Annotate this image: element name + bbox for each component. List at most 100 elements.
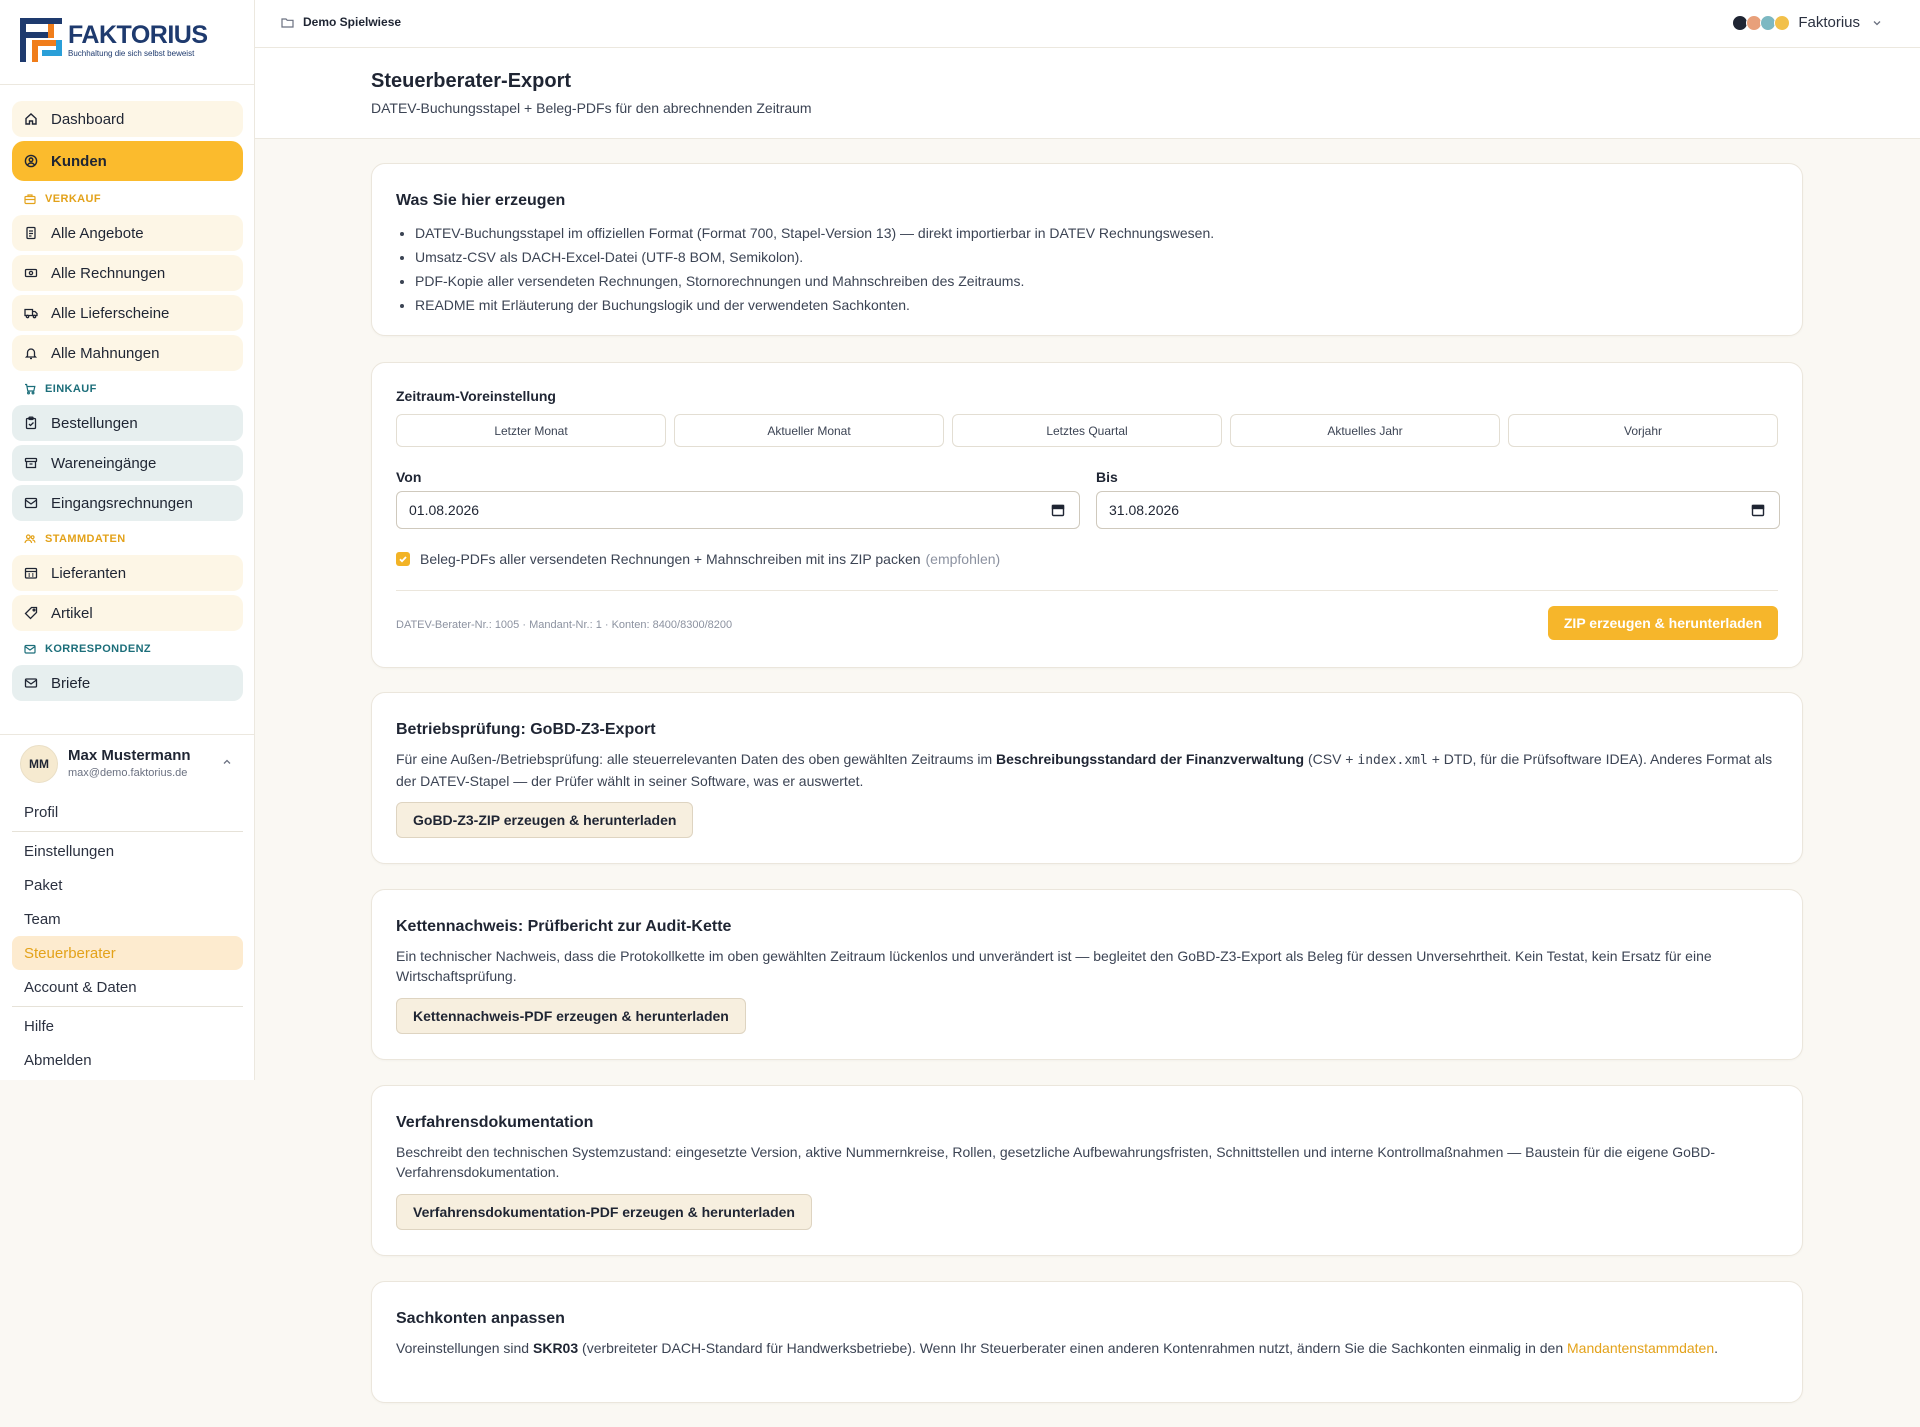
banknote-icon xyxy=(24,266,38,280)
sidebar-divider xyxy=(0,84,254,85)
sidebar-item-alle-angebote[interactable]: Alle Angebote xyxy=(12,215,243,251)
gobd-card-text: Für eine Außen-/Betriebsprüfung: alle st… xyxy=(396,751,1773,789)
sidebar-item-label: Lieferanten xyxy=(51,564,127,582)
sidebar-item-alle-rechnungen[interactable]: Alle Rechnungen xyxy=(12,255,243,291)
include-pdfs-checkbox[interactable] xyxy=(396,552,410,566)
preset-letztes-quartal[interactable]: Letztes Quartal xyxy=(952,414,1222,447)
sidebar-item-artikel[interactable]: Artikel xyxy=(12,595,243,631)
sidebar-item-label: Kunden xyxy=(51,152,107,170)
tag-icon xyxy=(24,606,38,620)
procedure-card-text: Beschreibt den technischen Systemzustand… xyxy=(396,1144,1716,1180)
procedure-card: Verfahrensdokumentation Beschreibt den t… xyxy=(371,1085,1803,1256)
info-bullet-list: DATEV-Buchungsstapel im offiziellen Form… xyxy=(396,221,1214,317)
user-name: Max Mustermann xyxy=(68,747,191,764)
mandantenstammdaten-link[interactable]: Mandantenstammdaten xyxy=(1567,1340,1714,1356)
topbar: Demo Spielwiese Faktorius xyxy=(255,0,1920,48)
document-icon xyxy=(24,226,38,240)
gobd-download-button[interactable]: GoBD-Z3-ZIP erzeugen & herunterladen xyxy=(396,802,694,838)
chevron-up-icon[interactable] xyxy=(222,757,232,767)
menu-item-steuerberater[interactable]: Steuerberater xyxy=(12,936,243,970)
calendar-icon xyxy=(1751,504,1765,517)
include-pdfs-option[interactable]: Beleg-PDFs aller versendeten Rechnungen … xyxy=(396,551,1000,567)
sidebar-item-dashboard[interactable]: Dashboard xyxy=(12,101,243,137)
sidebar-item-wareneingaenge[interactable]: Wareneingänge xyxy=(12,445,243,481)
from-label: Von xyxy=(396,469,422,485)
menu-item-account-daten[interactable]: Account & Daten xyxy=(12,970,243,1004)
sidebar-item-alle-lieferscheine[interactable]: Alle Lieferscheine xyxy=(12,295,243,331)
list-item: Umsatz-CSV als DACH-Excel-Datei (UTF-8 B… xyxy=(415,245,1214,269)
export-card: Zeitraum-Voreinstellung Letzter Monat Ak… xyxy=(371,362,1803,668)
chain-card-title: Kettennachweis: Prüfbericht zur Audit-Ke… xyxy=(396,918,732,935)
faktorius-logo-icon xyxy=(20,18,62,62)
menu-divider xyxy=(12,831,243,832)
sidebar-item-label: Alle Lieferscheine xyxy=(51,304,170,322)
tenant-switcher[interactable]: Faktorius xyxy=(1732,14,1882,31)
preset-vorjahr[interactable]: Vorjahr xyxy=(1508,414,1778,447)
accounts-card-title: Sachkonten anpassen xyxy=(396,1310,565,1327)
sidebar-item-eingangsrechnungen[interactable]: Eingangsrechnungen xyxy=(12,485,243,521)
menu-item-paket[interactable]: Paket xyxy=(12,868,243,902)
checkmark-icon xyxy=(399,556,407,563)
sidebar-item-label: Wareneingänge xyxy=(51,454,157,472)
sidebar-item-kunden[interactable]: Kunden xyxy=(12,141,243,181)
zip-download-button[interactable]: ZIP erzeugen & herunterladen xyxy=(1547,606,1778,640)
gobd-card: Betriebsprüfung: GoBD-Z3-Export Für eine… xyxy=(371,692,1803,864)
sidebar-item-briefe[interactable]: Briefe xyxy=(12,665,243,701)
calendar-icon xyxy=(1051,504,1065,517)
sidebar-item-label: Artikel xyxy=(51,604,93,622)
page-header: Steuerberater-Export DATEV-Buchungsstape… xyxy=(255,48,1920,139)
procedure-download-button[interactable]: Verfahrensdokumentation-PDF erzeugen & h… xyxy=(396,1194,812,1230)
preset-buttons: Letzter Monat Aktueller Monat Letztes Qu… xyxy=(396,414,1778,447)
list-item: README mit Erläuterung der Buchungslogik… xyxy=(415,293,1214,317)
checkbox-hint: (empfohlen) xyxy=(925,551,1001,567)
sidebar-item-label: Alle Mahnungen xyxy=(51,344,160,362)
preset-aktuelles-jahr[interactable]: Aktuelles Jahr xyxy=(1230,414,1500,447)
section-verkauf: VERKAUF xyxy=(12,187,243,211)
preset-aktueller-monat[interactable]: Aktueller Monat xyxy=(674,414,944,447)
from-date-input[interactable]: 01.08.2026 xyxy=(396,491,1080,529)
accounts-card: Sachkonten anpassen Voreinstellungen sin… xyxy=(371,1281,1803,1403)
envelope-icon xyxy=(24,676,38,690)
chain-download-button[interactable]: Kettennachweis-PDF erzeugen & herunterla… xyxy=(396,998,746,1034)
sidebar-item-bestellungen[interactable]: Bestellungen xyxy=(12,405,243,441)
brand-logo[interactable]: FAKTORIUS Buchhaltung die sich selbst be… xyxy=(20,18,208,62)
truck-icon xyxy=(24,306,38,320)
to-date-input[interactable]: 31.08.2026 xyxy=(1096,491,1780,529)
preset-letzter-monat[interactable]: Letzter Monat xyxy=(396,414,666,447)
archive-box-icon xyxy=(24,456,38,470)
user-menu: Profil Einstellungen Paket Team Steuerbe… xyxy=(12,795,243,1077)
menu-item-profil[interactable]: Profil xyxy=(12,795,243,829)
sidebar-item-label: Eingangsrechnungen xyxy=(51,494,193,512)
chevron-down-icon xyxy=(1873,20,1881,25)
clipboard-icon xyxy=(24,416,38,430)
info-card-title: Was Sie hier erzeugen xyxy=(396,192,566,209)
user-email: max@demo.faktorius.de xyxy=(68,767,188,779)
sidebar-item-lieferanten[interactable]: Lieferanten xyxy=(12,555,243,591)
bell-icon xyxy=(24,346,38,360)
menu-item-hilfe[interactable]: Hilfe xyxy=(12,1009,243,1043)
breadcrumb[interactable]: Demo Spielwiese xyxy=(281,15,401,29)
menu-item-team[interactable]: Team xyxy=(12,902,243,936)
avatar[interactable]: MM xyxy=(20,745,58,783)
page-subtitle: DATEV-Buchungsstapel + Beleg-PDFs für de… xyxy=(371,100,812,116)
sidebar-item-alle-mahnungen[interactable]: Alle Mahnungen xyxy=(12,335,243,371)
card-divider xyxy=(396,590,1778,591)
brand-name: FAKTORIUS xyxy=(68,21,208,49)
accounts-card-text: Voreinstellungen sind SKR03 (verbreitete… xyxy=(396,1340,1718,1356)
sidebar-item-label: Alle Angebote xyxy=(51,224,144,242)
chain-card-text: Ein technischer Nachweis, dass die Proto… xyxy=(396,948,1712,984)
menu-divider xyxy=(12,1006,243,1007)
building-icon xyxy=(24,566,38,580)
inbox-icon xyxy=(24,496,38,510)
list-item: PDF-Kopie aller versendeten Rechnungen, … xyxy=(415,269,1214,293)
sidebar: FAKTORIUS Buchhaltung die sich selbst be… xyxy=(0,0,255,1080)
menu-item-abmelden[interactable]: Abmelden xyxy=(12,1043,243,1077)
menu-item-einstellungen[interactable]: Einstellungen xyxy=(12,834,243,868)
chain-card: Kettennachweis: Prüfbericht zur Audit-Ke… xyxy=(371,889,1803,1060)
datev-info: DATEV-Berater-Nr.: 1005 · Mandant-Nr.: 1… xyxy=(396,619,733,631)
section-einkauf: EINKAUF xyxy=(12,377,243,401)
folder-icon xyxy=(281,17,294,28)
home-icon xyxy=(24,112,38,126)
checkbox-label: Beleg-PDFs aller versendeten Rechnungen … xyxy=(420,551,921,567)
sidebar-item-label: Dashboard xyxy=(51,110,125,128)
